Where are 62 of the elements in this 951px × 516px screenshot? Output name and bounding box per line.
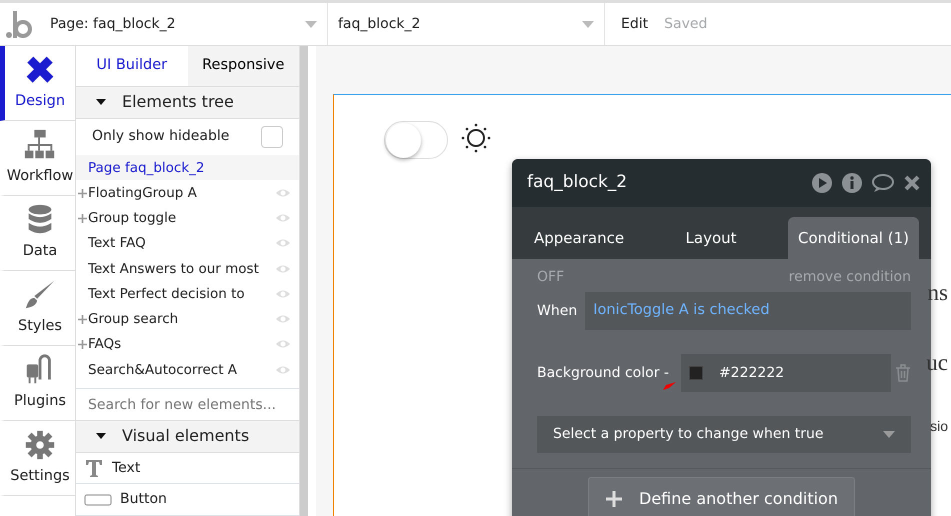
edit-menu[interactable]: Edit <box>621 14 648 34</box>
dialog-tab[interactable]: Layout <box>676 217 747 259</box>
trash-icon[interactable] <box>895 364 911 382</box>
tree-item[interactable]: Search&Autocorrect A <box>88 360 275 380</box>
when-label: When <box>537 302 578 320</box>
condition-status: OFF <box>537 268 564 287</box>
info-icon[interactable] <box>841 172 863 194</box>
tree-item[interactable]: Text Perfect decision to <box>88 284 275 304</box>
eye-icon <box>275 262 291 275</box>
plus-icon[interactable] <box>78 214 87 223</box>
expand-triangle-icon <box>96 433 106 440</box>
eye-icon <box>275 364 291 376</box>
property-label: Background color - <box>537 364 669 382</box>
scrollbar[interactable] <box>300 46 308 516</box>
tree-item[interactable]: Group search <box>88 309 275 330</box>
toggle-switch[interactable] <box>384 121 448 159</box>
color-value: #222222 <box>718 364 784 382</box>
eye-icon <box>275 212 291 224</box>
property-dropdown[interactable]: Select a property to change when true <box>537 416 911 453</box>
eye-icon <box>275 187 291 199</box>
tree-item[interactable]: FAQs <box>88 334 275 355</box>
section-header[interactable]: Elements tree <box>76 86 299 119</box>
tree-item[interactable]: FloatingGroup A <box>88 182 275 204</box>
cursor-icon <box>662 381 676 391</box>
panel-tab[interactable]: Responsive <box>188 46 299 86</box>
dialog-title: faq_block_2 <box>527 171 628 194</box>
dialog-tab[interactable]: Appearance <box>524 217 634 259</box>
caret-icon <box>582 20 594 28</box>
plus-icon[interactable] <box>78 340 87 349</box>
tree-item[interactable]: Text FAQ <box>88 233 275 254</box>
dialog-tab[interactable]: Conditional (1) <box>788 217 919 259</box>
save-status: Saved <box>664 14 708 34</box>
play-icon[interactable] <box>811 172 833 194</box>
plus-icon[interactable] <box>78 188 87 198</box>
color-swatch[interactable] <box>688 366 703 380</box>
palette-item[interactable]: Button <box>120 489 167 510</box>
sun-icon <box>461 123 491 153</box>
plus-icon[interactable] <box>78 314 87 324</box>
eye-icon <box>275 313 291 326</box>
plus-icon <box>605 490 624 508</box>
logo-icon <box>6 9 32 39</box>
comment-icon[interactable] <box>871 172 895 194</box>
caret-icon <box>883 431 895 438</box>
button-element-icon <box>84 494 112 506</box>
eye-icon <box>275 288 291 300</box>
expand-triangle-icon <box>96 99 106 106</box>
page-dropdown[interactable]: Page: faq_block_2 <box>40 3 328 45</box>
tree-item[interactable]: Group toggle <box>88 208 275 228</box>
element-dropdown[interactable]: faq_block_2 <box>328 3 605 45</box>
color-field[interactable]: #222222 <box>680 354 891 392</box>
tree-item[interactable]: Text Answers to our most <box>88 258 275 279</box>
close-icon[interactable] <box>903 174 921 192</box>
eye-icon <box>275 237 291 250</box>
define-condition-button[interactable]: Define another condition <box>588 477 855 516</box>
section-header[interactable]: Visual elements <box>76 420 299 453</box>
palette-item[interactable]: Text <box>112 458 140 479</box>
caret-icon <box>305 20 317 28</box>
checkbox-label: Only show hideable <box>92 127 230 146</box>
checkbox[interactable] <box>261 126 283 148</box>
nav-item[interactable]: Design <box>0 46 75 121</box>
eye-icon <box>275 338 291 350</box>
serif-t-icon <box>84 458 104 478</box>
